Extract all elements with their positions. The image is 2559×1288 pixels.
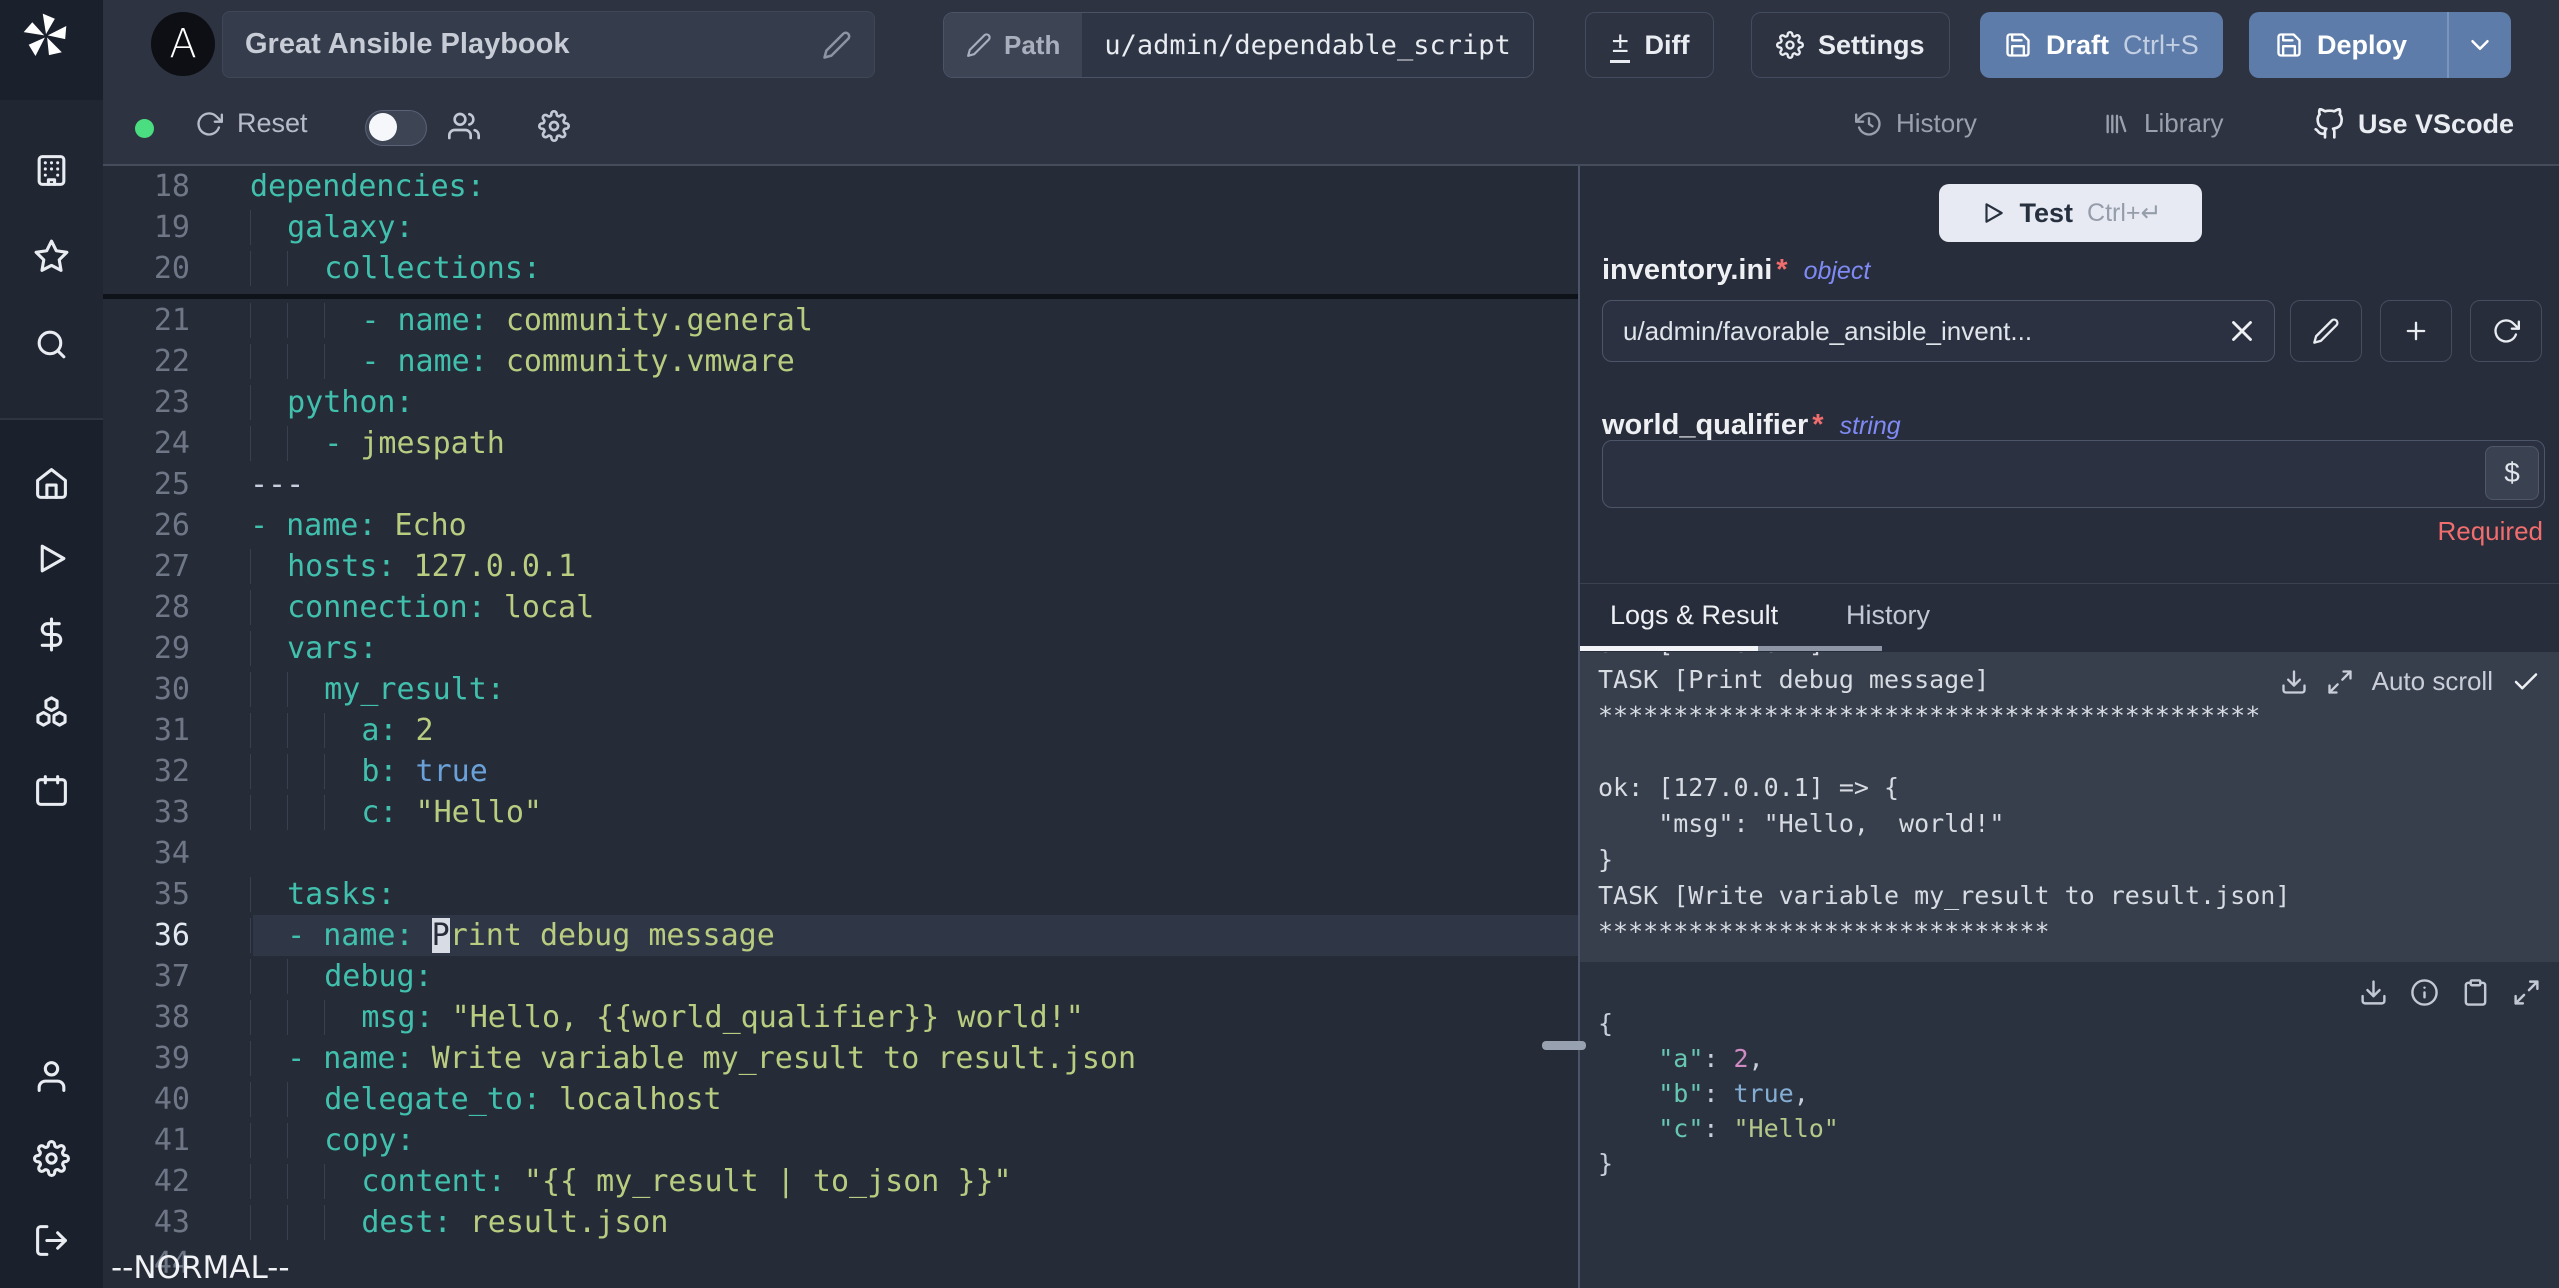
favorites-star-icon[interactable] <box>33 238 70 275</box>
result-pane[interactable]: { "a": 2, "b": true, "c": "Hello"} <box>1580 962 2559 1288</box>
world-qualifier-input[interactable] <box>1602 440 2545 508</box>
run-panel: Test Ctrl+↵ inventory.ini* object world_… <box>1580 166 2559 1288</box>
floppy-save-icon <box>2006 33 2030 57</box>
panel-splitter-grip[interactable] <box>1542 1041 1586 1050</box>
workspace-building-icon[interactable] <box>33 152 70 189</box>
save-draft-button[interactable]: Draft Ctrl+S <box>1980 12 2223 78</box>
test-shortcut: Ctrl+↵ <box>2087 199 2162 227</box>
log-horizontal-scrollbar[interactable] <box>1758 646 1882 651</box>
result-lines: { "a": 2, "b": true, "c": "Hello"} <box>1598 1009 1839 1178</box>
use-vscode-button[interactable]: Use VScode <box>2313 108 2514 140</box>
library-books-icon <box>2106 114 2127 133</box>
log-lines: ok: [127.0.0.1]TASK [Print debug message… <box>1598 652 2291 946</box>
refresh-icon <box>2494 319 2520 343</box>
field-type: string <box>1839 412 1901 440</box>
reset-button[interactable]: Reset <box>195 108 308 139</box>
schedules-calendar-icon[interactable] <box>33 772 70 809</box>
field-type: object <box>1803 257 1871 285</box>
clear-inventory-x-icon[interactable] <box>2225 314 2259 348</box>
edit-path-pencil-icon <box>967 33 991 57</box>
ansible-logo: A <box>151 12 215 76</box>
add-inventory-button[interactable] <box>2380 300 2452 362</box>
variables-dollar-icon[interactable] <box>33 616 70 653</box>
download-logs-icon[interactable] <box>2280 668 2308 696</box>
refresh-icon <box>197 111 223 136</box>
search-icon[interactable] <box>33 326 70 363</box>
editor-lines: 21 - name: community.general 22 - name: c… <box>103 300 1578 1284</box>
inventory-resource-input[interactable] <box>1602 300 2275 362</box>
windmill-logo[interactable] <box>18 8 74 64</box>
deploy-dropdown-toggle[interactable] <box>2447 12 2511 78</box>
pencil-icon <box>2313 318 2339 344</box>
plus-minus-icon: ± <box>1610 27 1631 63</box>
editor-sticky-lines: 18 dependencies: 19 galaxy: 20 collections: <box>103 166 1578 289</box>
active-tab-indicator <box>1580 646 1758 651</box>
tab-history[interactable]: History <box>1846 600 1930 631</box>
home-icon[interactable] <box>33 465 70 502</box>
resources-cubes-icon[interactable] <box>33 694 70 731</box>
autoscroll-label: Auto scroll <box>2371 666 2493 696</box>
refresh-inventory-button[interactable] <box>2470 300 2542 362</box>
top-header: A Great Ansible Playbook Path u/admin/de… <box>103 0 2559 90</box>
script-title: Great Ansible Playbook <box>245 28 570 60</box>
editor-settings-gear-icon[interactable] <box>538 110 570 142</box>
settings-button[interactable]: Settings <box>1751 12 1950 78</box>
status-dot <box>135 119 154 138</box>
log-controls: Auto scroll <box>2280 666 2541 697</box>
runs-play-icon[interactable] <box>33 540 70 577</box>
collaborators-users-icon[interactable] <box>448 110 480 142</box>
log-pane[interactable]: Auto scroll ok: [127.0.0.1]TASK [Print d… <box>1580 652 2559 962</box>
path-button[interactable]: Path u/admin/dependable_script <box>943 12 1534 78</box>
github-icon <box>2314 108 2343 139</box>
history-button[interactable]: History <box>1855 108 1977 139</box>
copy-clipboard-icon[interactable] <box>2461 978 2490 1007</box>
toggle-knob <box>369 113 397 141</box>
code-editor[interactable]: 18 dependencies: 19 galaxy: 20 collections:… <box>103 166 1578 1288</box>
world-qualifier-field-label: world_qualifier * string <box>1602 409 1901 441</box>
download-result-icon[interactable] <box>2359 978 2388 1007</box>
info-icon[interactable] <box>2410 978 2439 1007</box>
path-label: Path <box>1004 29 1061 60</box>
required-error: Required <box>2437 516 2543 546</box>
test-button[interactable]: Test Ctrl+↵ <box>1939 184 2202 242</box>
expand-logs-icon[interactable] <box>2326 668 2354 696</box>
account-user-icon[interactable] <box>33 1058 70 1095</box>
editor-toolbar: Reset History Library Use VScode <box>103 90 2559 166</box>
required-asterisk: * <box>1812 409 1824 441</box>
library-button[interactable]: Library <box>2103 108 2223 139</box>
required-asterisk: * <box>1776 254 1788 286</box>
logout-icon[interactable] <box>33 1222 70 1259</box>
settings-gear-icon[interactable] <box>33 1140 70 1177</box>
sidebar-divider <box>0 418 103 420</box>
floppy-save-icon <box>2277 33 2301 57</box>
script-title-input[interactable]: Great Ansible Playbook <box>222 11 875 78</box>
expand-result-icon[interactable] <box>2512 978 2541 1007</box>
path-value: u/admin/dependable_script <box>1082 13 1533 77</box>
play-icon <box>1984 203 2003 223</box>
sticky-scroll-shadow <box>103 294 1578 299</box>
history-clock-icon <box>1855 111 1881 136</box>
app-root: A Great Ansible Playbook Path u/admin/de… <box>0 0 2559 1288</box>
diff-mode-toggle[interactable] <box>365 110 427 146</box>
deploy-button[interactable]: Deploy <box>2249 12 2512 78</box>
tab-logs-and-result[interactable]: Logs & Result <box>1610 600 1778 631</box>
autoscroll-check-icon[interactable] <box>2511 667 2541 697</box>
insert-variable-dollar-button[interactable]: $ <box>2485 446 2539 500</box>
draft-shortcut: Ctrl+S <box>2123 29 2199 60</box>
chevron-down-icon <box>2471 40 2489 50</box>
diff-button[interactable]: ± Diff <box>1585 12 1715 78</box>
sidebar <box>0 0 103 1288</box>
inventory-field-label: inventory.ini * object <box>1602 254 1871 286</box>
plus-icon <box>2406 321 2426 341</box>
vim-mode-indicator: --NORMAL-- <box>111 1250 290 1286</box>
edit-inventory-button[interactable] <box>2290 300 2362 362</box>
edit-title-pencil-icon[interactable] <box>822 30 852 60</box>
result-controls <box>2359 978 2541 1007</box>
result-tabs: Logs & Result History <box>1580 584 2559 652</box>
gear-icon <box>1776 31 1804 59</box>
